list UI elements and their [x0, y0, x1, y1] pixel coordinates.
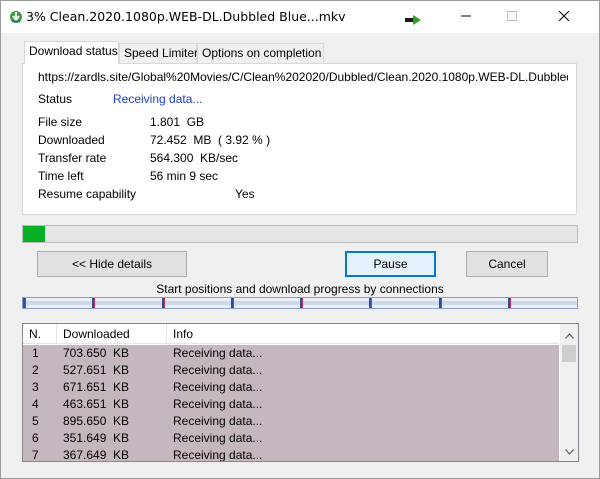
- status-value: Receiving data...: [113, 92, 203, 106]
- row-number: 2: [32, 363, 39, 377]
- tab-label: Speed Limiter: [124, 46, 199, 60]
- row-number: 3: [32, 380, 39, 394]
- row-downloaded: 351.649 KB: [63, 431, 130, 445]
- scroll-down-button[interactable]: [560, 442, 578, 459]
- vertical-scrollbar[interactable]: [560, 324, 578, 461]
- connection-progress-marker: [164, 298, 165, 308]
- row-info: Receiving data...: [173, 397, 263, 411]
- download-arrow-icon: [9, 10, 23, 24]
- row-info: Receiving data...: [173, 380, 263, 394]
- connection-progress-marker: [510, 298, 511, 308]
- row-number: 1: [32, 346, 39, 360]
- chevron-down-icon: [564, 444, 574, 458]
- row-downloaded: 367.649 KB: [63, 448, 130, 462]
- table-row[interactable]: 6 351.649 KB Receiving data...: [23, 430, 559, 447]
- row-info: Receiving data...: [173, 346, 263, 360]
- row-info: Receiving data...: [173, 448, 263, 462]
- connection-progress-marker: [233, 298, 234, 308]
- connections-progress-bar: [22, 297, 578, 309]
- tab-options-on-completion[interactable]: Options on completion: [197, 43, 324, 63]
- list-rows: 1 703.650 KB Receiving data... 2 527.651 KB R…: [23, 345, 559, 462]
- maximize-icon: [507, 10, 517, 24]
- row-number: 6: [32, 431, 39, 445]
- row-info: Receiving data...: [173, 363, 263, 377]
- download-status-panel: https://zardls.site/Global%20Movies/C/Cl…: [22, 63, 577, 215]
- hide-details-label: << Hide details: [71, 257, 153, 271]
- column-header-downloaded[interactable]: Downloaded: [57, 324, 167, 344]
- maximize-button[interactable]: [489, 1, 535, 33]
- time-left-value: 56 min 9 sec: [150, 169, 219, 183]
- table-row[interactable]: 7 367.649 KB Receiving data...: [23, 447, 559, 462]
- close-icon: [558, 10, 570, 24]
- close-button[interactable]: [541, 1, 587, 33]
- row-number: 4: [32, 397, 39, 411]
- connection-progress-marker: [441, 298, 442, 308]
- minimize-button[interactable]: [443, 1, 489, 33]
- connection-progress-marker: [94, 298, 95, 308]
- pause-button[interactable]: Pause: [345, 251, 436, 277]
- status-label: Status: [38, 92, 73, 106]
- list-header: N. Downloaded Info: [23, 324, 559, 344]
- connections-list[interactable]: N. Downloaded Info 1 703.650 KB Receiving …: [22, 323, 579, 462]
- connection-progress-marker: [371, 298, 372, 308]
- window-title: 3% Clean.2020.1080p.WEB-DL.Dubbled Blue.…: [26, 9, 346, 24]
- resume-capability-value: Yes: [235, 187, 255, 201]
- cancel-button[interactable]: Cancel: [466, 251, 548, 277]
- transfer-rate-value: 564.300 KB/sec: [150, 151, 239, 165]
- row-info: Receiving data...: [173, 414, 263, 428]
- table-row[interactable]: 3 671.651 KB Receiving data...: [23, 379, 559, 396]
- chevron-up-icon: [564, 328, 574, 342]
- row-number: 5: [32, 414, 39, 428]
- table-row[interactable]: 2 527.651 KB Receiving data...: [23, 362, 559, 379]
- pause-label: Pause: [373, 257, 408, 271]
- tab-label: Options on completion: [202, 46, 322, 60]
- green-arrow-icon[interactable]: [405, 14, 421, 25]
- column-header-info[interactable]: Info: [167, 324, 559, 344]
- tab-label: Download status: [29, 44, 118, 58]
- resume-capability-label: Resume capability: [38, 187, 137, 201]
- progress-fill: [23, 226, 45, 242]
- scroll-up-button[interactable]: [560, 326, 578, 343]
- row-downloaded: 463.651 KB: [63, 397, 130, 411]
- row-downloaded: 671.651 KB: [63, 380, 130, 394]
- transfer-rate-label: Transfer rate: [38, 151, 107, 165]
- row-downloaded: 895.650 KB: [63, 414, 130, 428]
- title-bar[interactable]: 3% Clean.2020.1080p.WEB-DL.Dubbled Blue.…: [1, 1, 599, 33]
- file-size-value: 1.801 GB: [150, 115, 205, 129]
- download-progress-bar: [22, 225, 578, 243]
- column-header-n[interactable]: N.: [23, 324, 57, 344]
- connections-caption: Start positions and download progress by…: [156, 282, 444, 296]
- tab-speed-limiter[interactable]: Speed Limiter: [119, 43, 199, 63]
- downloaded-label: Downloaded: [38, 133, 105, 147]
- tab-download-status[interactable]: Download status: [24, 41, 119, 64]
- table-row[interactable]: 1 703.650 KB Receiving data...: [23, 345, 559, 362]
- time-left-label: Time left: [38, 169, 84, 183]
- row-number: 7: [32, 448, 39, 462]
- table-row[interactable]: 5 895.650 KB Receiving data...: [23, 413, 559, 430]
- file-size-label: File size: [38, 115, 83, 129]
- row-downloaded: 703.650 KB: [63, 346, 130, 360]
- table-row[interactable]: 4 463.651 KB Receiving data...: [23, 396, 559, 413]
- row-downloaded: 527.651 KB: [63, 363, 130, 377]
- download-url[interactable]: https://zardls.site/Global%20Movies/C/Cl…: [38, 70, 568, 86]
- row-info: Receiving data...: [173, 431, 263, 445]
- connection-progress-marker: [25, 298, 26, 308]
- scroll-thumb[interactable]: [562, 345, 576, 362]
- hide-details-button[interactable]: << Hide details: [37, 251, 187, 277]
- downloaded-value: 72.452 MB ( 3.92 % ): [150, 133, 271, 147]
- minimize-icon: [461, 10, 471, 24]
- connection-progress-marker: [302, 298, 303, 308]
- cancel-label: Cancel: [488, 257, 526, 271]
